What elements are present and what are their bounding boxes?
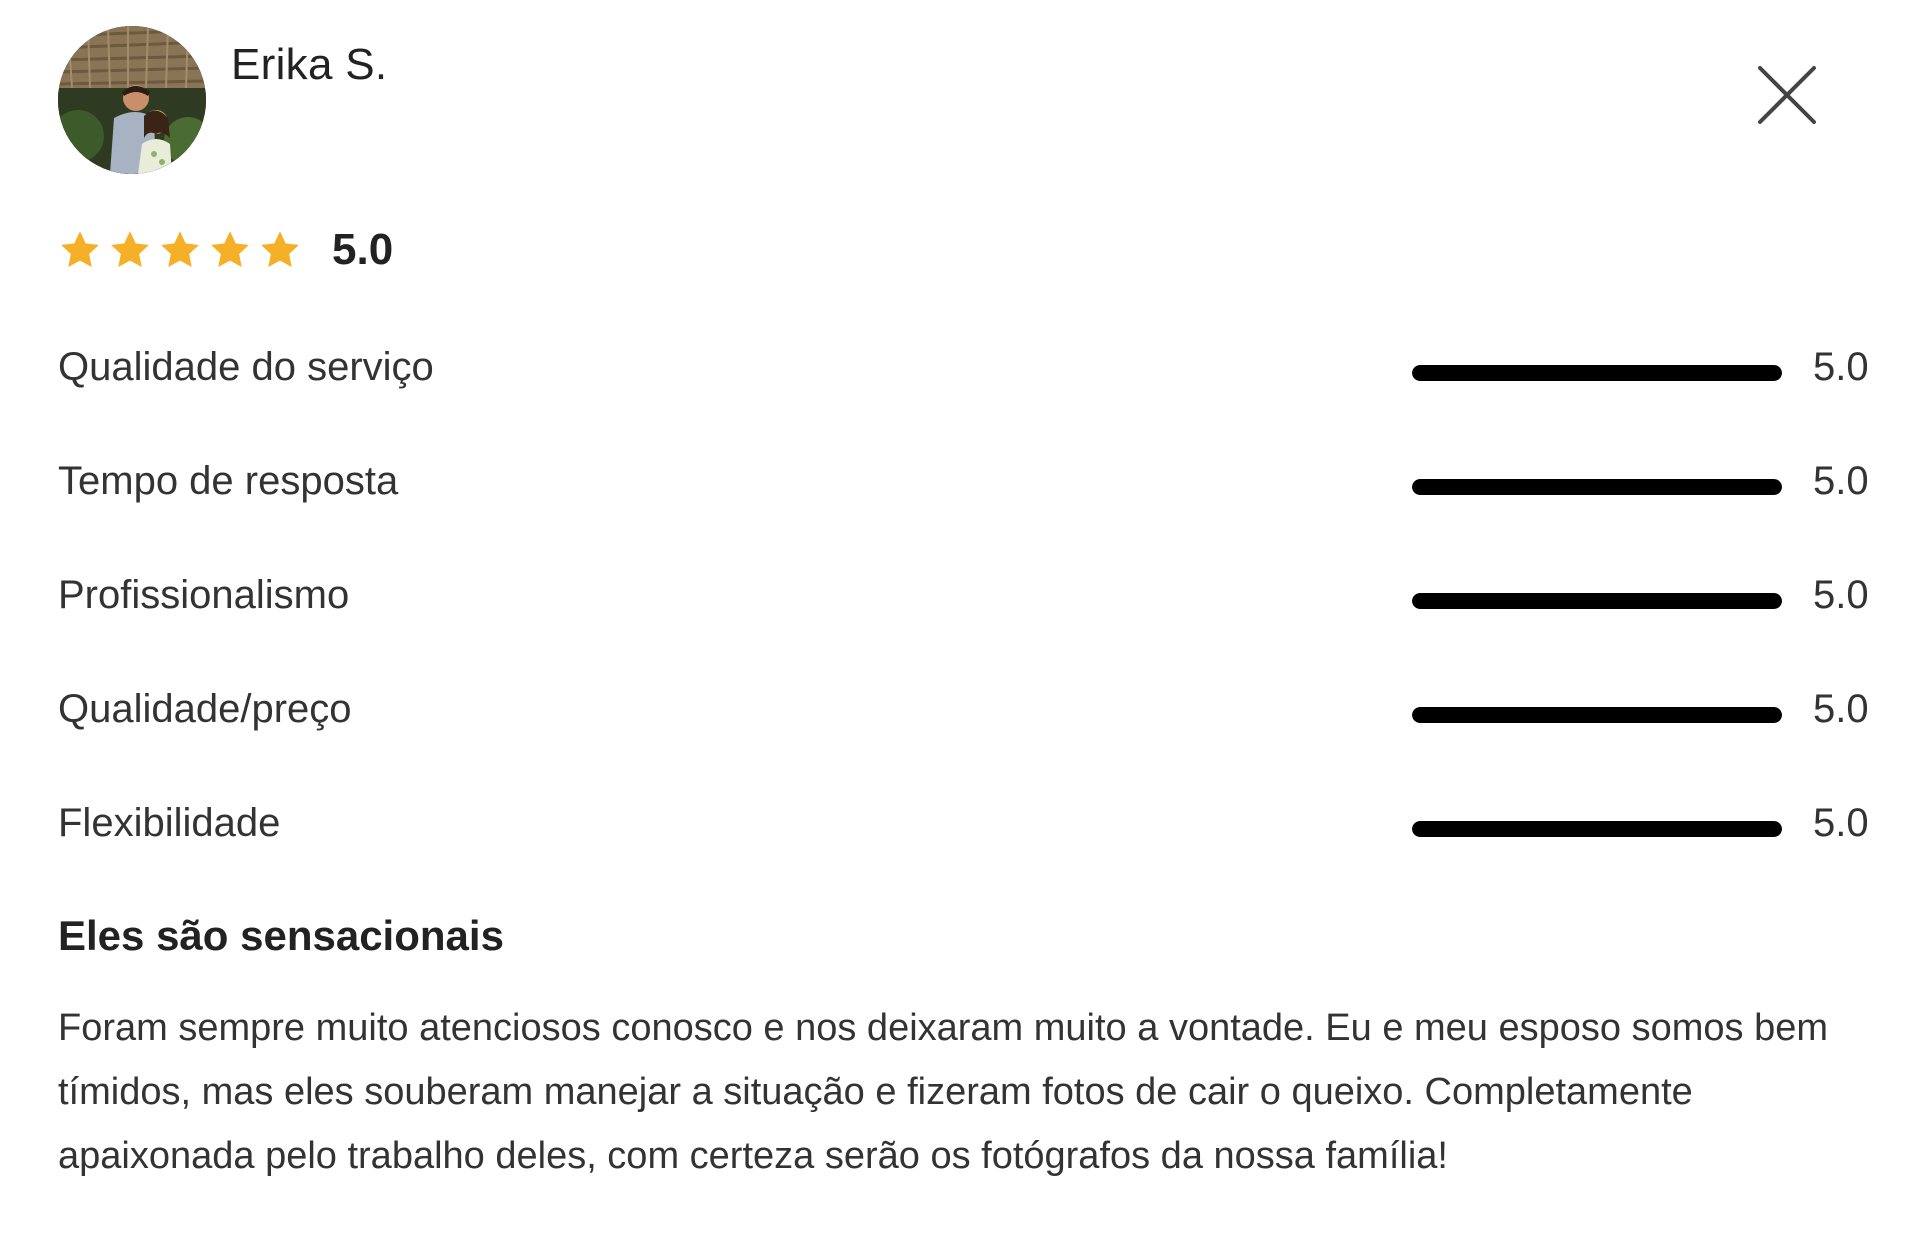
star-icon [211,231,249,268]
criterion-value: 5.0 [1813,687,1869,731]
criterion-bar [1412,479,1782,495]
close-icon [1758,66,1816,124]
couple-photo-avatar [58,26,206,174]
criterion-row: Tempo de resposta 5.0 [58,449,1880,563]
criterion-row: Flexibilidade 5.0 [58,791,1880,905]
review-text: Foram sempre muito atenciosos conosco e … [58,1007,1828,1177]
criterion-label: Tempo de resposta [58,459,399,503]
star-rating [58,228,302,272]
criterion-bar-fill [1412,593,1782,609]
criterion-value: 5.0 [1813,573,1869,617]
criterion-row: Profissionalismo 5.0 [58,563,1880,677]
criterion-bar [1412,365,1782,381]
review-header: Erika S. [58,26,1858,176]
criterion-label: Flexibilidade [58,801,281,845]
overall-score: 5.0 [332,225,394,274]
reviewer-avatar[interactable] [58,26,206,174]
star-icon [61,231,99,268]
criterion-label: Qualidade do serviço [58,345,434,389]
criterion-label: Profissionalismo [58,573,350,617]
criterion-bar-fill [1412,821,1782,837]
star-icon [161,231,199,268]
criterion-row: Qualidade/preço 5.0 [58,677,1880,791]
criterion-row: Qualidade do serviço 5.0 [58,335,1880,449]
criteria-list: Qualidade do serviço 5.0 Tempo de respos… [58,335,1880,905]
criterion-bar-fill [1412,365,1782,381]
criterion-bar-fill [1412,707,1782,723]
overall-rating: 5.0 [58,220,393,280]
reviewer-name: Erika S. [231,40,388,89]
criterion-value: 5.0 [1813,345,1869,389]
criterion-bar [1412,593,1782,609]
criterion-value: 5.0 [1813,459,1869,503]
review-content: Eles são sensacionais Foram sempre muito… [58,912,1838,1188]
review-title: Eles são sensacionais [58,912,504,959]
criterion-bar [1412,707,1782,723]
criterion-bar-fill [1412,479,1782,495]
criterion-label: Qualidade/preço [58,687,352,731]
close-button[interactable] [1752,60,1822,130]
criterion-value: 5.0 [1813,801,1869,845]
criterion-bar [1412,821,1782,837]
star-icon [261,231,299,268]
star-icon [111,231,149,268]
